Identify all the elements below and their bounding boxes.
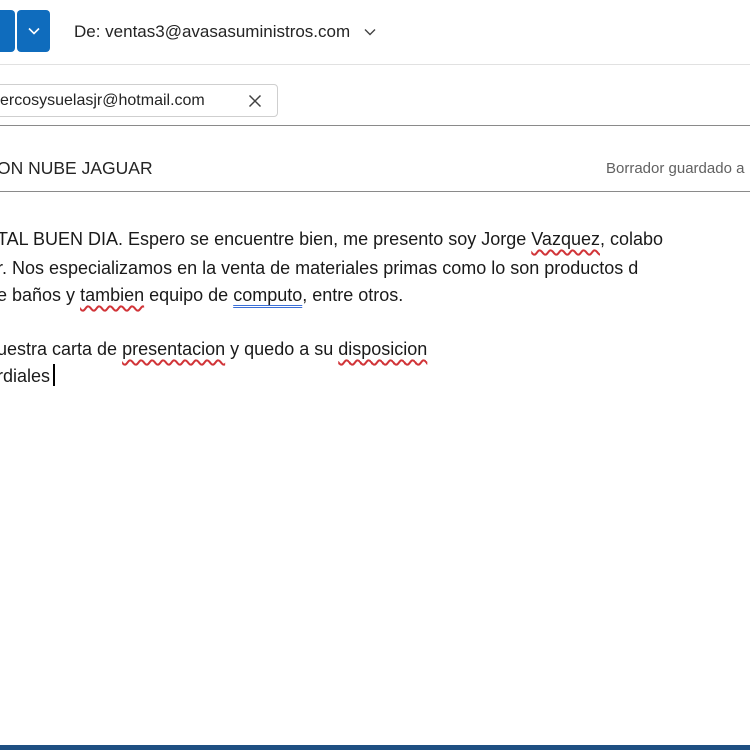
draft-status: Borrador guardado a [606, 160, 745, 177]
body-text: , entre otros. [302, 285, 404, 305]
misspelled-word[interactable]: tambien [80, 285, 144, 305]
grammar-flagged-word[interactable]: computo [233, 285, 302, 305]
body-text: , colabo [599, 229, 664, 249]
misspelled-word[interactable]: Vazquez [531, 229, 600, 249]
body-text: TAL BUEN DIA. Espero se encuentre bien, … [0, 229, 532, 249]
body-text: equipo de [144, 285, 234, 305]
taskbar-edge [0, 745, 750, 750]
body-text: y quedo a su [225, 339, 339, 359]
misspelled-word[interactable]: presentacion [122, 339, 225, 359]
body-line: uestra carta de presentacion y quedo a s… [0, 336, 427, 362]
close-icon[interactable] [247, 93, 263, 109]
recipient-address: ercosysuelasjr@hotmail.com [0, 91, 205, 109]
to-field-underline [0, 125, 750, 126]
subject-field[interactable]: ON NUBE JAGUAR [0, 158, 153, 179]
body-text: uestra carta de [0, 339, 123, 359]
from-selector[interactable]: De: ventas3@avasasuministros.com [74, 18, 376, 46]
body-line: r. Nos especializamos en la venta de mat… [0, 255, 638, 281]
body-text: rdiales [0, 366, 51, 386]
body-text: r. Nos especializamos en la venta de mat… [0, 258, 639, 278]
misspelled-word[interactable]: disposicion [338, 339, 427, 359]
text-cursor [53, 364, 55, 386]
chevron-down-icon [27, 22, 40, 40]
send-options-button[interactable] [17, 10, 50, 52]
subject-field-underline [0, 191, 750, 192]
body-line: TAL BUEN DIA. Espero se encuentre bien, … [0, 226, 663, 252]
body-line: e baños y tambien equipo de computo, ent… [0, 282, 403, 308]
from-label: De: ventas3@avasasuministros.com [74, 22, 351, 41]
body-line: rdiales [0, 363, 55, 389]
chevron-down-icon[interactable] [364, 28, 376, 36]
recipient-chip[interactable]: ercosysuelasjr@hotmail.com [0, 84, 278, 117]
body-text: e baños y [0, 285, 81, 305]
send-button[interactable] [0, 10, 15, 52]
divider [0, 64, 750, 65]
